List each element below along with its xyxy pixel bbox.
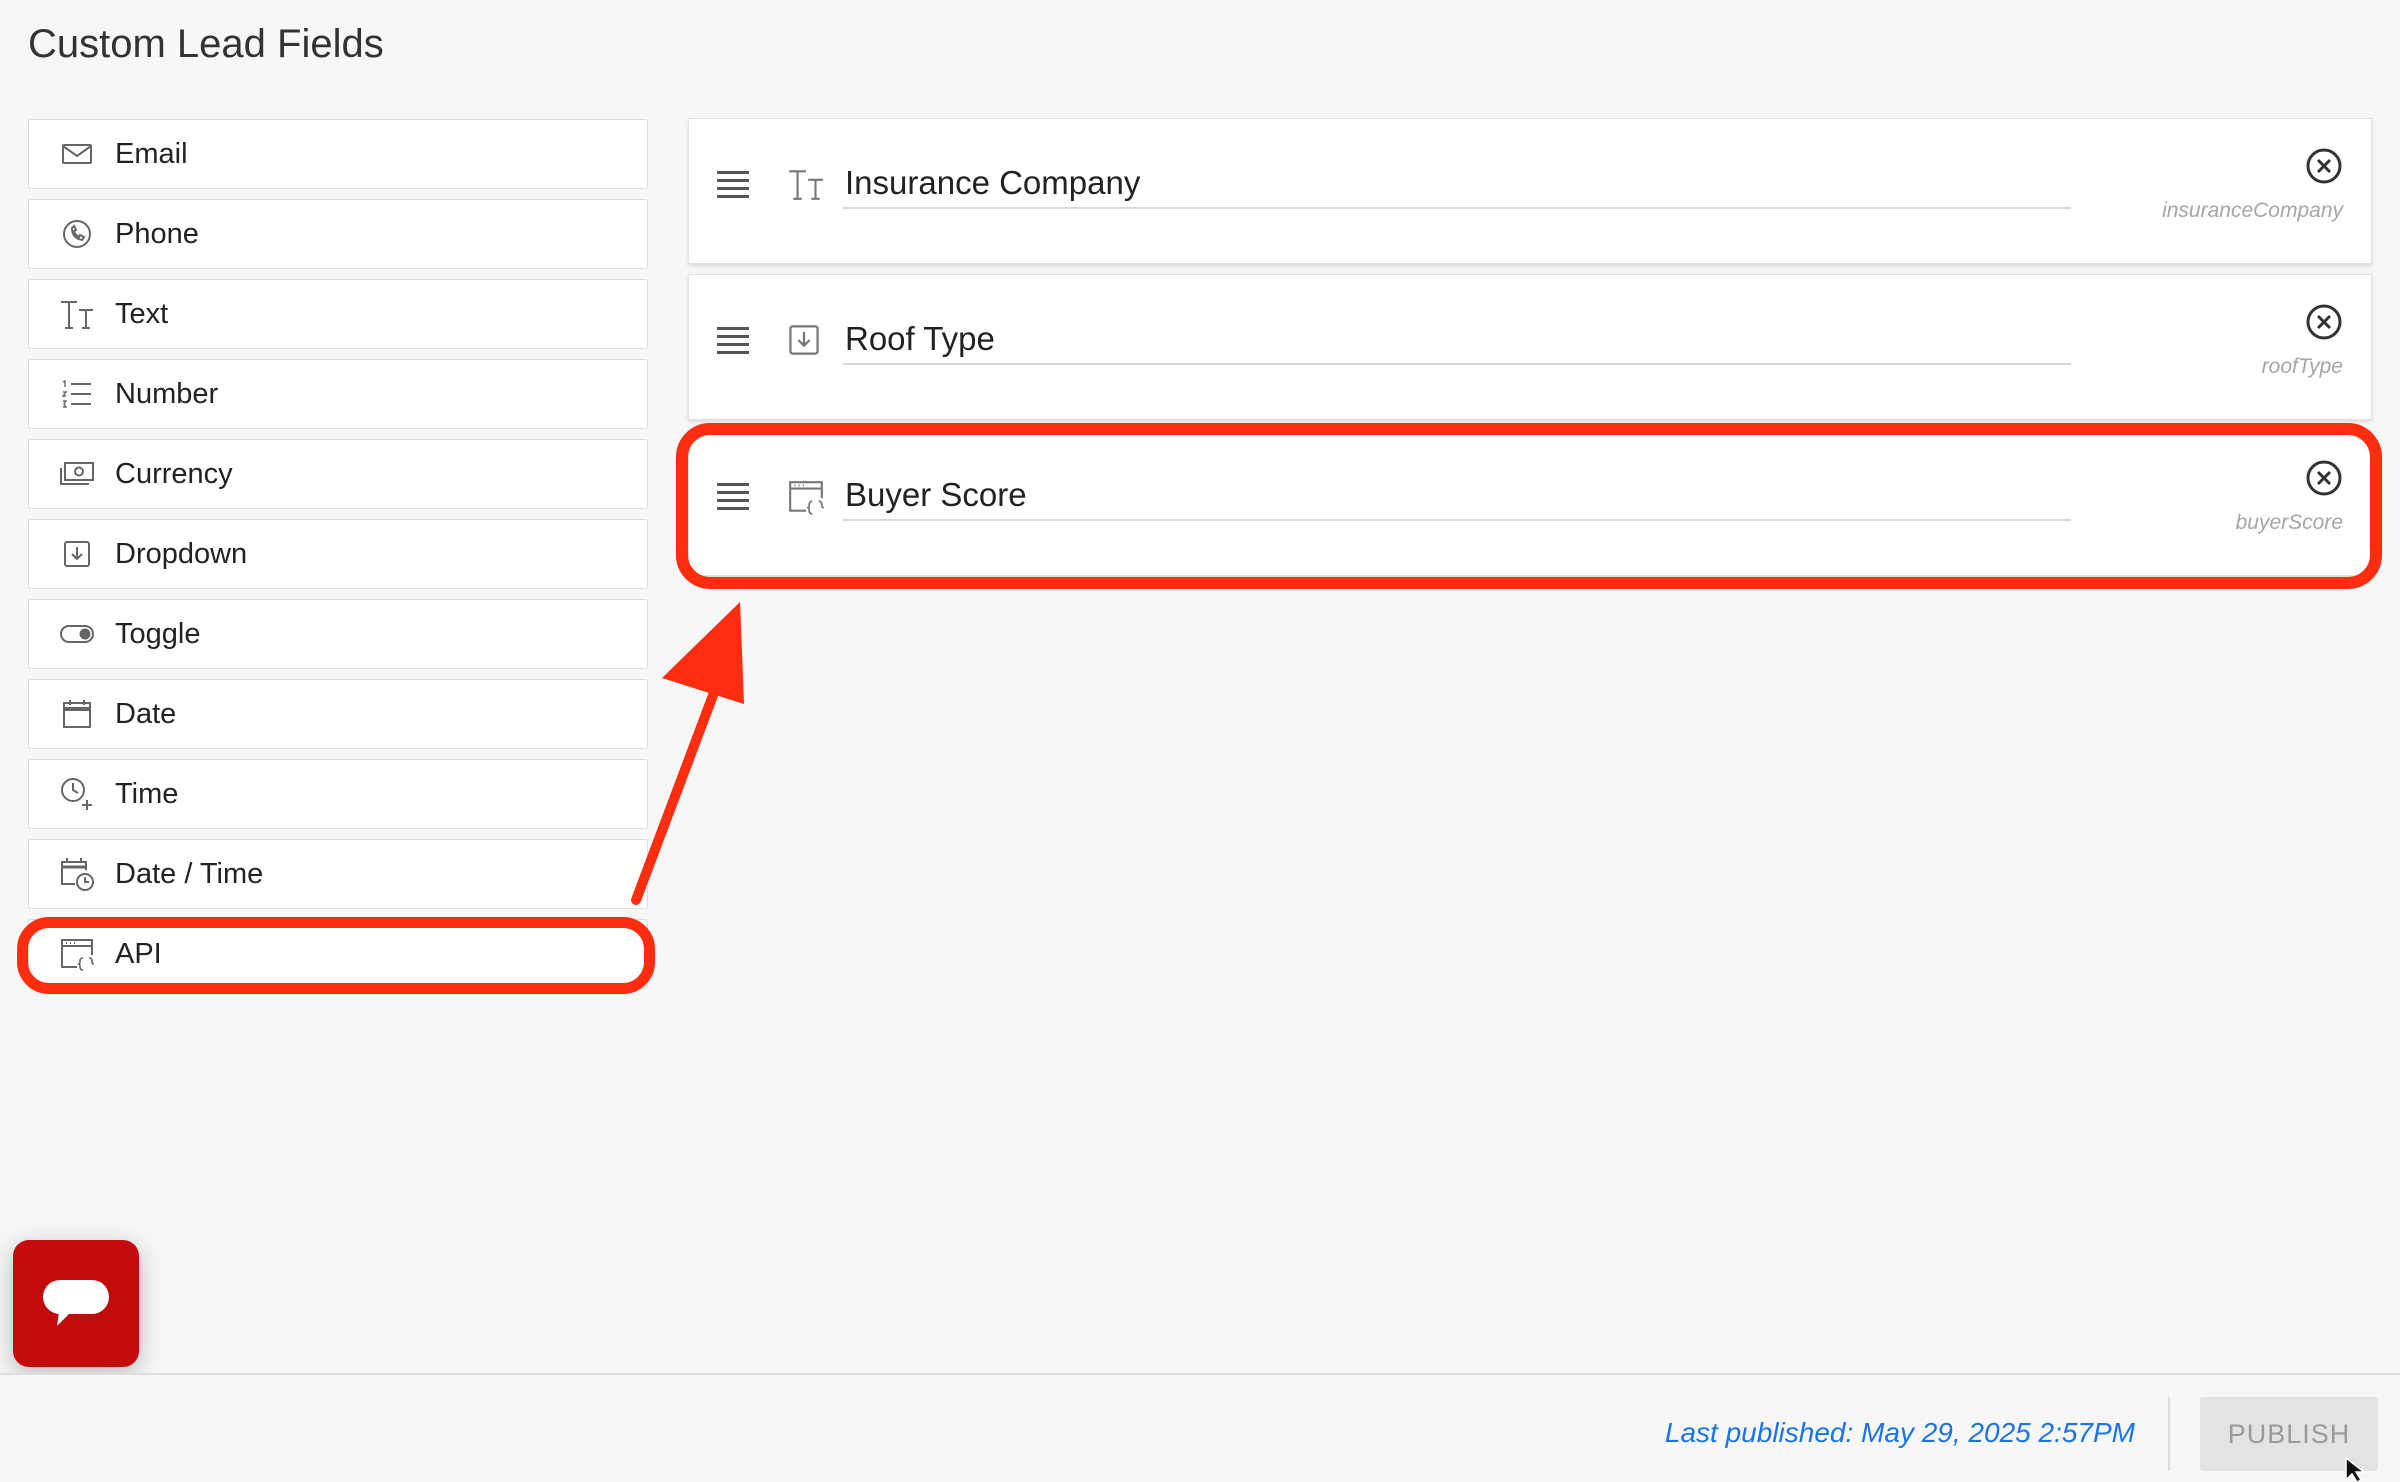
palette-item-date[interactable]: Date xyxy=(28,679,648,749)
field-key: buyerScore xyxy=(2235,511,2343,534)
last-published-text: Last published: May 29, 2025 2:57PM xyxy=(1664,1417,2135,1448)
field-name-input[interactable] xyxy=(843,159,2071,209)
mail-icon xyxy=(59,136,95,172)
drag-handle-icon[interactable] xyxy=(715,325,753,359)
palette-item-time[interactable]: Time xyxy=(28,759,648,829)
footer-bar: Last published: May 29, 2025 2:57PM PUBL… xyxy=(0,1373,2400,1482)
remove-field-icon[interactable] xyxy=(2305,459,2343,497)
phone-icon xyxy=(59,216,95,252)
chat-widget-button[interactable] xyxy=(13,1240,139,1367)
chat-bubble-icon xyxy=(43,1280,109,1326)
palette-item-label: Date xyxy=(115,697,177,730)
numbered-list-icon xyxy=(59,376,95,412)
palette-item-label: Email xyxy=(115,137,188,170)
page-title: Custom Lead Fields xyxy=(28,22,384,66)
palette-item-date-time[interactable]: Date / Time xyxy=(28,839,648,909)
api-window-icon xyxy=(59,936,95,972)
text-type-icon xyxy=(787,167,825,205)
toggle-icon xyxy=(59,616,95,652)
remove-field-icon[interactable] xyxy=(2305,303,2343,341)
palette-item-dropdown[interactable]: Dropdown xyxy=(28,519,648,589)
field-card: roof Type xyxy=(688,274,2372,420)
palette-item-label: Number xyxy=(115,377,219,410)
clock-plus-icon xyxy=(59,776,95,812)
money-icon xyxy=(59,456,95,492)
palette-item-label: Dropdown xyxy=(115,537,248,570)
custom-fields-list: insuranceCompany roofType buyerScore xyxy=(688,118,2372,586)
field-name-input[interactable] xyxy=(843,315,2071,365)
mouse-cursor-icon xyxy=(2345,1456,2367,1482)
remove-field-icon[interactable] xyxy=(2305,147,2343,185)
palette-item-label: Text xyxy=(115,297,169,330)
field-key: roofType xyxy=(2261,355,2343,378)
text-type-icon xyxy=(59,296,95,332)
field-name-input[interactable] xyxy=(843,471,2071,521)
palette-item-label: Time xyxy=(115,777,179,810)
palette-item-label: Date / Time xyxy=(115,857,264,890)
footer-divider xyxy=(2168,1397,2170,1471)
palette-item-currency[interactable]: Currency xyxy=(28,439,648,509)
field-type-palette: Email Phone Text Number Currency Dropdow… xyxy=(28,119,648,999)
palette-item-number[interactable]: Number xyxy=(28,359,648,429)
calendar-clock-icon xyxy=(59,856,95,892)
palette-item-label: Phone xyxy=(115,217,199,250)
palette-item-phone[interactable]: Phone xyxy=(28,199,648,269)
palette-item-email[interactable]: Email xyxy=(28,119,648,189)
drag-handle-icon[interactable] xyxy=(715,481,753,515)
dropdown-icon xyxy=(787,323,825,361)
palette-item-label: API xyxy=(115,937,162,970)
field-card: insurance Company xyxy=(688,118,2372,264)
calendar-icon xyxy=(59,696,95,732)
palette-item-toggle[interactable]: Toggle xyxy=(28,599,648,669)
drag-handle-icon[interactable] xyxy=(715,169,753,203)
palette-item-text[interactable]: Text xyxy=(28,279,648,349)
api-window-icon xyxy=(787,479,825,517)
palette-item-label: Currency xyxy=(115,457,233,490)
palette-item-label: Toggle xyxy=(115,617,201,650)
palette-item-api[interactable]: API xyxy=(28,919,648,989)
field-key: insuranceCompany xyxy=(2162,199,2343,222)
field-card: buyer Score xyxy=(688,430,2372,576)
dropdown-icon xyxy=(59,536,95,572)
